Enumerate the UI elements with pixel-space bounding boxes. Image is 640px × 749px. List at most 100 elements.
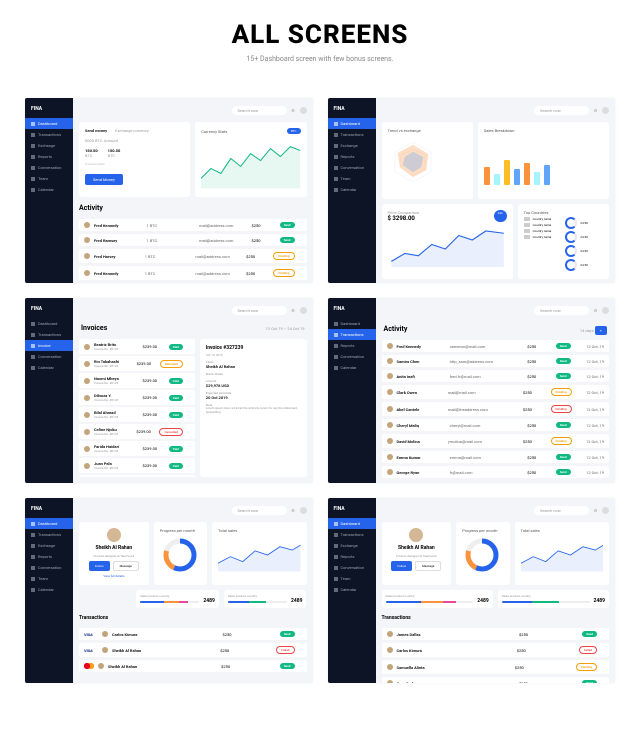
invoice-row[interactable]: Beatriz BritoInvoice No. #0123$239.00Pai… <box>79 339 195 354</box>
more-icon[interactable]: ⋯ <box>299 223 302 227</box>
nav-calendar[interactable]: Calendar <box>25 584 73 595</box>
country-row[interactable]: Country name <box>524 223 562 227</box>
nav-transactions[interactable]: Transactions <box>328 129 376 140</box>
invoice-row[interactable]: Josh BryantInvoice No. #0123$239.00Paid⋯ <box>79 475 195 477</box>
invoice-row[interactable]: Rin TakahashiInvoice No. #0123$239.00Ref… <box>79 356 195 371</box>
nav-transactions[interactable]: Transactions <box>328 529 376 540</box>
search-input[interactable]: Search now <box>232 106 287 115</box>
bell-icon[interactable]: ⚙ <box>593 108 598 113</box>
nav-team[interactable]: Team <box>328 573 376 584</box>
activity-row[interactable]: Fred Ramsey1 BTCmail@address.com$250Send… <box>79 234 307 246</box>
invoice-row[interactable]: Farida HaidariInvoice No. #0123$239.00Pa… <box>79 441 195 456</box>
add-button[interactable]: + <box>595 326 607 335</box>
transaction-row[interactable]: VISACarlos Kimura$250Send⋯ <box>79 628 307 640</box>
tab-exchange[interactable]: Exchange currency <box>115 128 149 133</box>
transaction-row[interactable]: Cora Carlos$250Send⋯ <box>382 677 610 683</box>
invoice-row[interactable]: Naomi MbeyaInvoice No. #0123$239.00Paid⋯ <box>79 373 195 388</box>
nav-dashboard[interactable]: Dashboard <box>25 318 73 329</box>
more-icon[interactable]: ⋯ <box>187 345 190 349</box>
send-money-button[interactable]: Send Money <box>85 174 123 185</box>
activity-row[interactable]: Anita Inafifred.fr@mail.com$250Send12 Oc… <box>382 370 610 382</box>
nav-invoice[interactable]: Invoice <box>25 340 73 351</box>
nav-reports[interactable]: Reports <box>328 340 376 351</box>
nav-reports[interactable]: Reports <box>25 151 73 162</box>
nav-reports[interactable]: Reports <box>328 551 376 562</box>
nav-exchange[interactable]: Exchange <box>328 540 376 551</box>
nav-calendar[interactable]: Calendar <box>328 584 376 595</box>
more-icon[interactable]: ⋯ <box>187 430 190 434</box>
nav-reports[interactable]: Reports <box>328 151 376 162</box>
more-icon[interactable]: ⋯ <box>187 362 190 366</box>
transaction-row[interactable]: Carlos Kimura$250Failed⋯ <box>382 643 610 657</box>
date-range[interactable]: 12 Oct 19 – 24 Oct 19 <box>266 326 305 331</box>
more-icon[interactable]: ⋯ <box>299 254 302 258</box>
nav-exchange[interactable]: Exchange <box>25 540 73 551</box>
more-icon[interactable]: ⋯ <box>299 648 302 652</box>
more-icon[interactable]: ⋯ <box>601 648 604 652</box>
search-input[interactable]: Search now <box>534 306 589 315</box>
nav-transactions[interactable]: Transactions <box>25 329 73 340</box>
nav-calendar[interactable]: Calendar <box>328 184 376 195</box>
country-row[interactable]: Country name <box>524 229 562 233</box>
tab-send[interactable]: Send money <box>85 128 107 133</box>
bell-icon[interactable]: ⚙ <box>291 308 296 313</box>
nav-dashboard[interactable]: Dashboard <box>328 518 376 529</box>
nav-transactions[interactable]: Transactions <box>25 129 73 140</box>
nav-exchange[interactable]: Exchange <box>328 140 376 151</box>
follow-button[interactable]: Follow <box>391 561 412 571</box>
invoice-row[interactable]: Juan PalaInvoice No. #0123$239.00Paid⋯ <box>79 458 195 473</box>
activity-row[interactable]: Fred Kennedycameron@mail.com$250Send12 O… <box>382 340 610 352</box>
invoice-row[interactable]: Celine NjokuInvoice No. #0123$239.00Canc… <box>79 424 195 439</box>
search-input[interactable]: Search now <box>232 306 287 315</box>
follow-button[interactable]: Follow <box>89 561 110 571</box>
activity-row[interactable]: Cheryl Maliqcheryl@mail.com$250Send12 Oc… <box>382 419 610 431</box>
more-icon[interactable]: ⋯ <box>299 664 302 668</box>
transaction-row[interactable]: Sheikh Al Rahan$250Send⋯ <box>79 660 307 672</box>
nav-dashboard[interactable]: Dashboard <box>328 318 376 329</box>
more-icon[interactable]: ⋯ <box>187 447 190 451</box>
more-icon[interactable]: ⋯ <box>187 379 190 383</box>
message-button[interactable]: Message <box>113 561 139 571</box>
filter-dropdown[interactable]: 14 days <box>580 328 594 333</box>
more-icon[interactable]: ⋯ <box>299 632 302 636</box>
country-row[interactable]: Country name <box>524 235 562 239</box>
message-button[interactable]: Message <box>415 561 441 571</box>
user-avatar[interactable] <box>602 507 609 514</box>
more-icon[interactable]: ⋯ <box>187 413 190 417</box>
user-avatar[interactable] <box>300 307 307 314</box>
more-icon[interactable]: ⋯ <box>187 464 190 468</box>
more-icon[interactable]: ⋯ <box>187 396 190 400</box>
nav-conversation[interactable]: Conversation <box>328 562 376 573</box>
bell-icon[interactable]: ⚙ <box>291 108 296 113</box>
nav-calendar[interactable]: Calendar <box>25 362 73 373</box>
bell-icon[interactable]: ⚙ <box>593 508 598 513</box>
search-input[interactable]: Search now <box>534 106 589 115</box>
bell-icon[interactable]: ⚙ <box>593 308 598 313</box>
nav-reports[interactable]: Reports <box>25 551 73 562</box>
nav-dashboard[interactable]: Dashboard <box>25 118 73 129</box>
transaction-row[interactable]: VISASheikh Al Rahan$250Failed⋯ <box>79 643 307 657</box>
user-avatar[interactable] <box>602 307 609 314</box>
more-icon[interactable]: ⋯ <box>299 271 302 275</box>
more-icon[interactable]: ⋯ <box>299 238 302 242</box>
activity-row[interactable]: Samira Chenhttp_sam@address.com$250Send1… <box>382 355 610 367</box>
nav-team[interactable]: Team <box>25 173 73 184</box>
invoice-row[interactable]: Dilnoza Y.Invoice No. #0123$239.00Paid⋯ <box>79 390 195 405</box>
nav-conversation[interactable]: Conversation <box>328 351 376 362</box>
activity-row[interactable]: Fred Harvey1 BTCmail@address.com$250Pend… <box>79 249 307 263</box>
nav-team[interactable]: Team <box>328 173 376 184</box>
nav-exchange[interactable]: Exchange <box>25 140 73 151</box>
nav-calendar[interactable]: Calendar <box>328 362 376 373</box>
activity-row[interactable]: Abel Cantelemail@theaddress.com$250Pendi… <box>382 402 610 416</box>
activity-row[interactable]: Fred Kennedy1 BTCmail@address.com$250Pen… <box>79 266 307 280</box>
more-icon[interactable]: ⋯ <box>601 632 604 636</box>
nav-team[interactable]: Team <box>25 573 73 584</box>
nav-conversation[interactable]: Conversation <box>328 162 376 173</box>
transaction-row[interactable]: Samuella Alinta$250Pending⋯ <box>382 660 610 674</box>
user-avatar[interactable] <box>602 107 609 114</box>
invoice-row[interactable]: Bilal AhmadInvoice No. #0123$239.00Paid⋯ <box>79 407 195 422</box>
country-row[interactable]: Country name <box>524 217 562 221</box>
nav-dashboard[interactable]: Dashboard <box>25 518 73 529</box>
user-avatar[interactable] <box>300 107 307 114</box>
bell-icon[interactable]: ⚙ <box>291 508 296 513</box>
